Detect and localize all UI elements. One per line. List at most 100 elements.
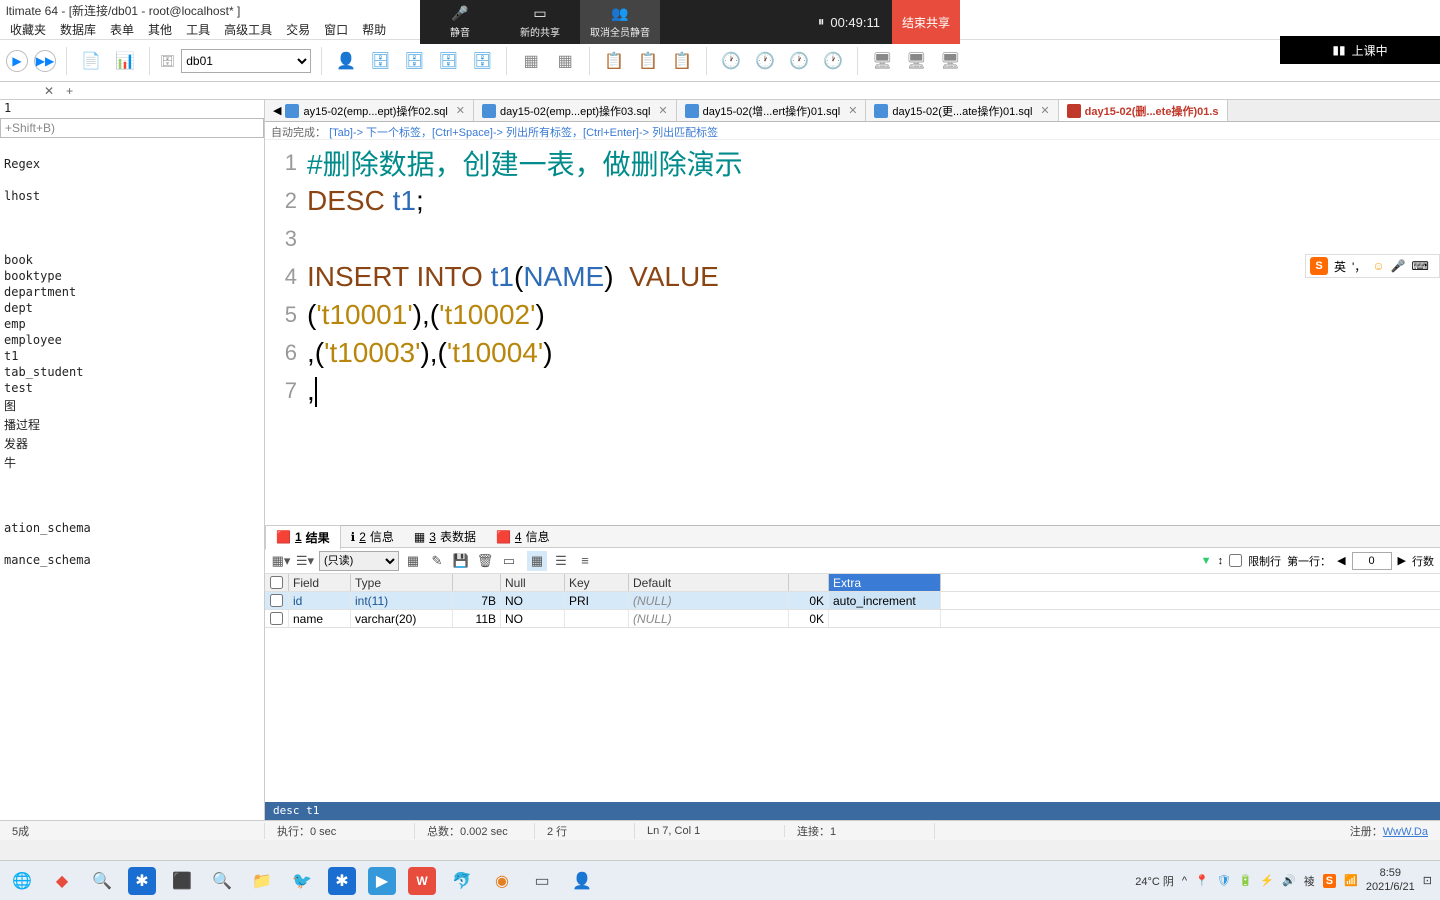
ime-toolbar[interactable]: S 英 '， ☺ 🎤 ⌨ <box>1305 254 1440 278</box>
grid-mode-icon[interactable]: ▦ <box>527 551 547 571</box>
ime-emoji-icon[interactable]: ☺ <box>1372 259 1384 273</box>
rtb-icon[interactable]: ✎ <box>427 551 447 571</box>
conf-newshare-button[interactable]: ▭新的共享 <box>500 0 580 44</box>
taskbar-clock[interactable]: 8:59 2021/6/21 <box>1366 867 1415 893</box>
menu-table[interactable]: 表单 <box>104 19 140 40</box>
chevron-left-icon[interactable]: ◀ <box>273 104 281 117</box>
table-item[interactable]: 发器 <box>0 434 264 453</box>
limit-checkbox[interactable] <box>1229 554 1242 567</box>
add-tab-icon[interactable]: + <box>62 84 77 98</box>
tray-sogou-icon[interactable]: S <box>1323 874 1336 888</box>
result-tab-info2[interactable]: 🟥 4 信息 <box>486 525 560 548</box>
query1-icon[interactable]: 📋 <box>600 47 628 75</box>
clock2-icon[interactable]: 🕐 <box>751 47 779 75</box>
menu-database[interactable]: 数据库 <box>54 19 102 40</box>
conf-stopmute-button[interactable]: 👥取消全员静音 <box>580 0 660 44</box>
schema-item[interactable]: ation_schema <box>0 520 264 536</box>
ime-punct-icon[interactable]: '， <box>1352 258 1366 275</box>
grid-view-icon[interactable]: ▦▾ <box>271 551 291 571</box>
table-icon-2[interactable]: ▦ <box>551 47 579 75</box>
app-icon[interactable]: ◉ <box>488 867 516 895</box>
tray-notif-icon[interactable]: ⊡ <box>1423 874 1432 887</box>
execute-step-button[interactable]: ▶▶ <box>34 50 56 72</box>
result-tab-tabledata[interactable]: ▦ 3 表数据 <box>404 525 486 548</box>
table-item[interactable]: 播过程 <box>0 415 264 434</box>
edge-icon[interactable]: 🌐 <box>8 867 36 895</box>
text-mode-icon[interactable]: ≡ <box>575 551 595 571</box>
menu-tools[interactable]: 工具 <box>180 19 216 40</box>
server1-icon[interactable]: 🖥 <box>868 47 896 75</box>
menu-window[interactable]: 窗口 <box>318 19 354 40</box>
ime-keyboard-icon[interactable]: ⌨ <box>1412 259 1429 273</box>
new-query-icon[interactable]: 📄 <box>77 47 105 75</box>
server3-icon[interactable]: 🖥 <box>936 47 964 75</box>
weather-widget[interactable]: 24°C 阴 <box>1135 873 1174 889</box>
table-item[interactable]: 图 <box>0 396 264 415</box>
db-refresh-icon[interactable]: 🗄 <box>366 47 394 75</box>
result-tab-info[interactable]: ℹ 2 信息 <box>341 525 404 548</box>
result-tab-result[interactable]: 🟥 1 结果 <box>265 525 341 550</box>
table-item[interactable]: test <box>0 380 264 396</box>
rtb-icon[interactable]: ▦ <box>403 551 423 571</box>
rtb-icon[interactable]: ▭ <box>499 551 519 571</box>
menu-trans[interactable]: 交易 <box>280 19 316 40</box>
close-icon[interactable]: ✕ <box>456 104 465 117</box>
menu-help[interactable]: 帮助 <box>356 19 392 40</box>
clock3-icon[interactable]: 🕐 <box>785 47 813 75</box>
filter-input[interactable]: +Shift+B) <box>0 118 264 138</box>
table-item[interactable]: book <box>0 252 264 268</box>
form-view-icon[interactable]: ☰▾ <box>295 551 315 571</box>
execute-button[interactable]: ▶ <box>6 50 28 72</box>
schema-item[interactable]: mance_schema <box>0 552 264 568</box>
conf-mute-button[interactable]: 🎤静音 <box>420 0 500 44</box>
app-icon[interactable]: ✱ <box>328 867 356 895</box>
close-icon[interactable]: ✕ <box>658 104 667 117</box>
wps-icon[interactable]: W <box>408 867 436 895</box>
tray-icon[interactable]: 📍 <box>1195 874 1209 887</box>
app-icon[interactable]: ▭ <box>528 867 556 895</box>
file-tab[interactable]: day15-02(更...ate操作)01.sql✕ <box>866 100 1058 121</box>
table-item[interactable]: dept <box>0 300 264 316</box>
sidebar-regex[interactable]: Regex <box>0 156 264 172</box>
query2-icon[interactable]: 📋 <box>634 47 662 75</box>
table-item[interactable]: 牛 <box>0 453 264 472</box>
table-item[interactable]: employee <box>0 332 264 348</box>
explorer-icon[interactable]: 🔍 <box>88 867 116 895</box>
file-tab[interactable]: day15-02(增...ert操作)01.sql✕ <box>677 100 867 121</box>
tray-icon[interactable]: 祾 <box>1304 873 1315 889</box>
app-icon[interactable]: ◆ <box>48 867 76 895</box>
tray-up-icon[interactable]: ^ <box>1182 875 1187 887</box>
menu-other[interactable]: 其他 <box>142 19 178 40</box>
query3-icon[interactable]: 📋 <box>668 47 696 75</box>
sort-icon[interactable]: ↕ <box>1218 555 1224 567</box>
prev-icon[interactable]: ◀ <box>1337 554 1345 567</box>
app-icon[interactable]: 🐦 <box>288 867 316 895</box>
search-icon[interactable]: 🔍 <box>208 867 236 895</box>
table-icon-1[interactable]: ▦ <box>517 47 545 75</box>
table-item[interactable]: tab_student <box>0 364 264 380</box>
table-row[interactable]: name varchar(20) 11B NO (NULL) 0K <box>265 610 1440 628</box>
close-icon[interactable]: ✕ <box>848 104 857 117</box>
next-icon[interactable]: ▶ <box>1398 554 1406 567</box>
app-icon[interactable]: ⬛ <box>168 867 196 895</box>
sql-editor[interactable]: 1#删除数据，创建一表，做删除演示2DESC t1;34INSERT INTO … <box>265 140 1440 525</box>
user-icon[interactable]: 👤 <box>332 47 360 75</box>
firstrow-input[interactable] <box>1352 552 1392 570</box>
conf-end-button[interactable]: 结束共享 <box>892 0 960 44</box>
table-item[interactable]: department <box>0 284 264 300</box>
file-tab[interactable]: day15-02(emp...ept)操作03.sql✕ <box>474 100 677 121</box>
menu-advtools[interactable]: 高级工具 <box>218 19 278 40</box>
db-sync-icon[interactable]: 🗄 <box>434 47 462 75</box>
file-tab-active[interactable]: day15-02(删...ete操作)01.s <box>1059 100 1228 121</box>
app-icon[interactable]: ✱ <box>128 867 156 895</box>
sidebar-host[interactable]: lhost <box>0 188 264 204</box>
table-row[interactable]: id int(11) 7B NO PRI (NULL) 0K auto_incr… <box>265 592 1440 610</box>
db-export-icon[interactable]: 🗄 <box>468 47 496 75</box>
close-tab-icon[interactable]: ✕ <box>40 84 58 98</box>
file-tab[interactable]: ◀ay15-02(emp...ept)操作02.sql✕ <box>265 100 474 121</box>
app-icon[interactable]: ▶ <box>368 867 396 895</box>
folder-icon[interactable]: 📁 <box>248 867 276 895</box>
clock1-icon[interactable]: 🕐 <box>717 47 745 75</box>
close-icon[interactable]: ✕ <box>1040 104 1049 117</box>
filter-icon[interactable]: ▼ <box>1201 555 1212 567</box>
